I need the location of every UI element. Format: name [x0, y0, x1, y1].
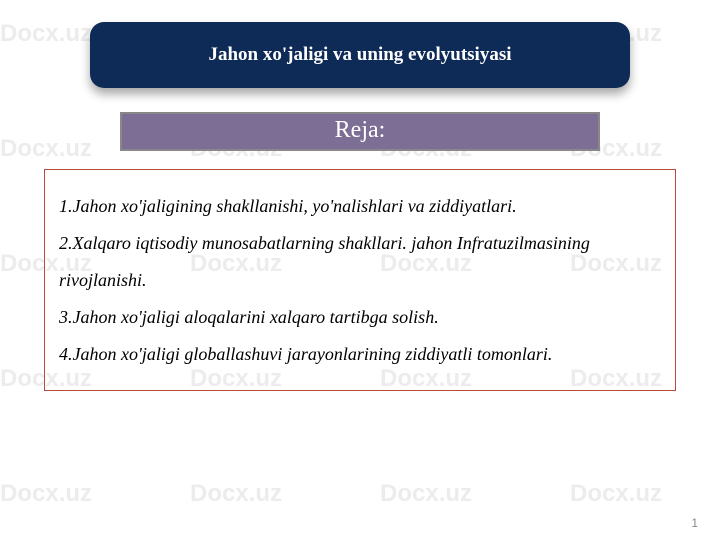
title-box: Jahon xo'jaligi va uning evolyutsiyasi [90, 22, 630, 88]
agenda-list-box: 1.Jahon xo'jaligining shakllanishi, yo'n… [44, 169, 676, 391]
list-item: 2.Xalqaro iqtisodiy munosabatlarning sha… [59, 225, 661, 299]
reja-heading-box: Reja: [120, 112, 600, 151]
list-item: 4.Jahon xo'jaligi globallashuvi jarayonl… [59, 336, 661, 373]
slide-content: Jahon xo'jaligi va uning evolyutsiyasi R… [0, 0, 720, 540]
list-item: 1.Jahon xo'jaligining shakllanishi, yo'n… [59, 188, 661, 225]
page-number: 1 [691, 516, 698, 530]
slide-title: Jahon xo'jaligi va uning evolyutsiyasi [208, 44, 511, 65]
reja-label: Reja: [335, 117, 386, 143]
list-item: 3.Jahon xo'jaligi aloqalarini xalqaro ta… [59, 299, 661, 336]
